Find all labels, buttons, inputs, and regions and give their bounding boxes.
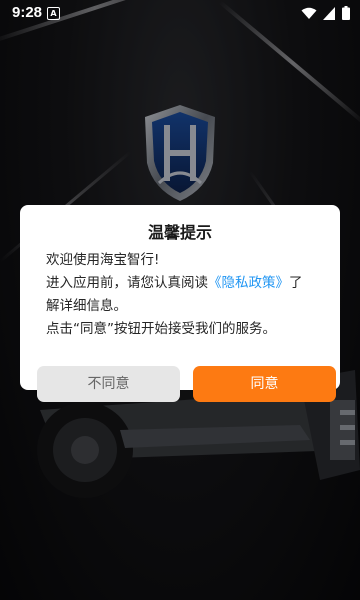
signal-icon (323, 6, 335, 20)
disagree-button[interactable]: 不同意 (37, 366, 180, 402)
dialog-greeting: 欢迎使用海宝智行! (46, 252, 160, 268)
dialog-title: 温馨提示 (147, 223, 212, 242)
dialog-line2-suffix: 了 (289, 275, 303, 291)
dialog-line3: 解详细信息。 (46, 298, 127, 314)
agree-button[interactable]: 同意 (193, 366, 336, 402)
dialog-body: 欢迎使用海宝智行! 进入应用前，请您认真阅读《隐私政策》了 解详细信息。 点击“… (46, 249, 324, 341)
status-icons (301, 6, 350, 20)
battery-icon (342, 6, 350, 20)
notification-icon: A (47, 7, 60, 20)
privacy-dialog: 温馨提示 欢迎使用海宝智行! 进入应用前，请您认真阅读《隐私政策》了 解详细信息… (20, 205, 340, 402)
dialog-line2-prefix: 进入应用前，请您认真阅读 (46, 275, 208, 291)
status-bar: 9:28 A (0, 0, 360, 26)
wifi-icon (301, 7, 317, 19)
privacy-policy-link[interactable]: 《隐私政策》 (208, 275, 289, 291)
dialog-line4: 点击“同意”按钮开始接受我们的服务。 (46, 321, 276, 337)
splash-screen: 9:28 A 温馨提示 欢迎使用海宝智行! 进入应用前，请您认真阅读《隐私政策》… (0, 0, 360, 600)
status-time: 9:28 (12, 4, 43, 21)
dialog-line-read-policy: 进入应用前，请您认真阅读《隐私政策》了 (46, 272, 324, 295)
